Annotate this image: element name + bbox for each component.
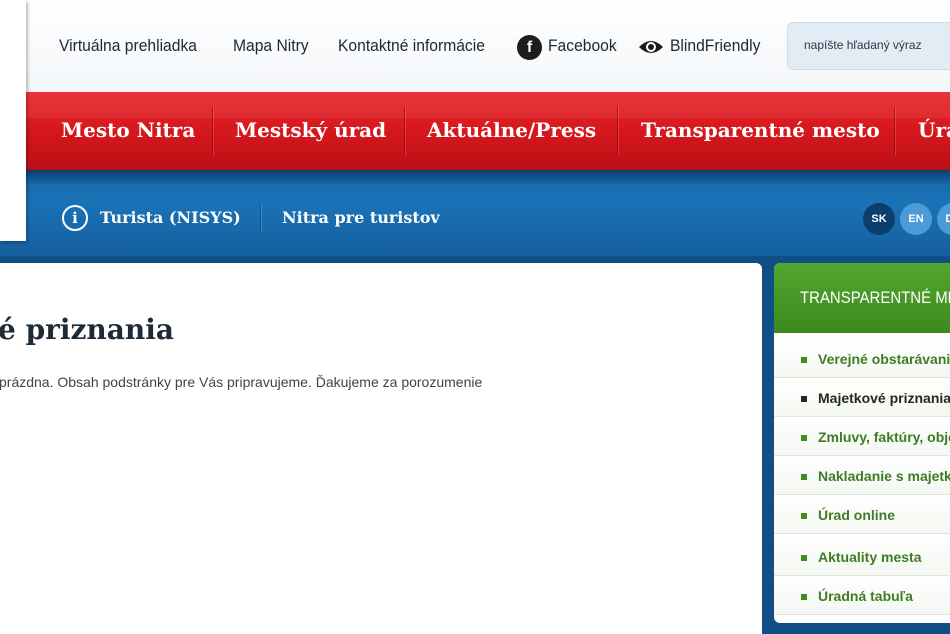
sidebar-item-label: Nakladanie s majetkom — [818, 468, 950, 484]
sidebar-item-nakladanie-s-majetkom[interactable]: Nakladanie s majetkom — [774, 456, 950, 495]
sidebar-item-aktuality-mesta[interactable]: Aktuality mesta — [774, 537, 950, 576]
info-icon[interactable]: i — [62, 205, 88, 231]
bullet-icon — [801, 396, 807, 402]
subnav-item-nitra-pre-turistov[interactable]: Nitra pre turistov — [282, 208, 440, 227]
eye-icon[interactable] — [638, 37, 664, 57]
bullet-icon — [801, 435, 807, 441]
sidebar-header: TRANSPARENTNÉ MESTO — [774, 263, 950, 333]
sidebar-item-label: Verejné obstarávanie — [818, 351, 950, 367]
bullet-icon — [801, 357, 807, 363]
sidebar-item-majetkove-priznania[interactable]: Majetkové priznania — [774, 378, 950, 417]
bullet-icon — [801, 555, 807, 561]
main-navigation: Mesto Nitra Mestský úrad Aktuálne/Press … — [0, 92, 950, 170]
empty-page-message: prázdna. Obsah podstránky pre Vás pripra… — [0, 374, 483, 390]
sidebar-item-label: Aktuality mesta — [818, 549, 922, 565]
link-blind-friendly[interactable]: BlindFriendly — [670, 36, 760, 56]
nav-item-aktualne[interactable]: Aktuálne/Press — [427, 118, 596, 142]
lang-sk-button[interactable]: SK — [863, 203, 895, 235]
nav-item-transparentne-mesto[interactable]: Transparentné mesto — [641, 118, 880, 142]
nav-divider — [404, 106, 405, 156]
nav-gloss — [0, 92, 950, 118]
subnav-item-turista[interactable]: Turista (NISYS) — [100, 208, 241, 227]
link-virtual-tour[interactable]: Virtuálna prehliadka — [59, 36, 197, 56]
sub-navigation-shadow — [0, 170, 950, 184]
nav-item-mesto-nitra[interactable]: Mesto Nitra — [61, 118, 195, 142]
sidebar-item-label: Úrad online — [818, 507, 896, 523]
nav-item-mestsky-urad[interactable]: Mestský úrad — [235, 118, 386, 142]
sidebar-item-label: Úradná tabuľa — [818, 588, 913, 604]
top-utility-bar: Virtuálna prehliadka Mapa Nitry Kontaktn… — [0, 0, 950, 92]
link-facebook[interactable]: Facebook — [548, 36, 617, 56]
sidebar-item-uradna-tabula[interactable]: Úradná tabuľa — [774, 576, 950, 615]
nav-divider — [617, 106, 618, 156]
facebook-icon[interactable]: f — [517, 35, 542, 60]
link-contact[interactable]: Kontaktné informácie — [338, 36, 485, 56]
sidebar-item-urad-online[interactable]: Úrad online — [774, 495, 950, 534]
sidebar-item-label: Majetkové priznania — [818, 390, 950, 406]
bullet-icon — [801, 513, 807, 519]
sidebar-title: TRANSPARENTNÉ MESTO — [800, 288, 950, 307]
bullet-icon — [801, 594, 807, 600]
lang-en-button[interactable]: EN — [900, 203, 932, 235]
sidebar-item-verejne-obstaravanie[interactable]: Verejné obstarávanie — [774, 339, 950, 378]
link-map[interactable]: Mapa Nitry — [233, 36, 309, 56]
bullet-icon — [801, 474, 807, 480]
subnav-divider — [260, 204, 261, 232]
sidebar-transparent-city: TRANSPARENTNÉ MESTO Verejné obstarávanie… — [774, 263, 950, 623]
nav-divider — [212, 106, 213, 156]
nav-divider — [894, 106, 895, 156]
logo-tab — [0, 0, 26, 241]
page-title: é priznania — [0, 313, 175, 346]
nav-item-urad[interactable]: Úrad — [918, 118, 950, 142]
search-input[interactable]: napíšte hľadaný výraz — [787, 22, 950, 70]
sidebar-item-zmluvy[interactable]: Zmluvy, faktúry, objednávky — [774, 417, 950, 456]
sidebar-item-label: Zmluvy, faktúry, objednávky — [818, 429, 950, 445]
